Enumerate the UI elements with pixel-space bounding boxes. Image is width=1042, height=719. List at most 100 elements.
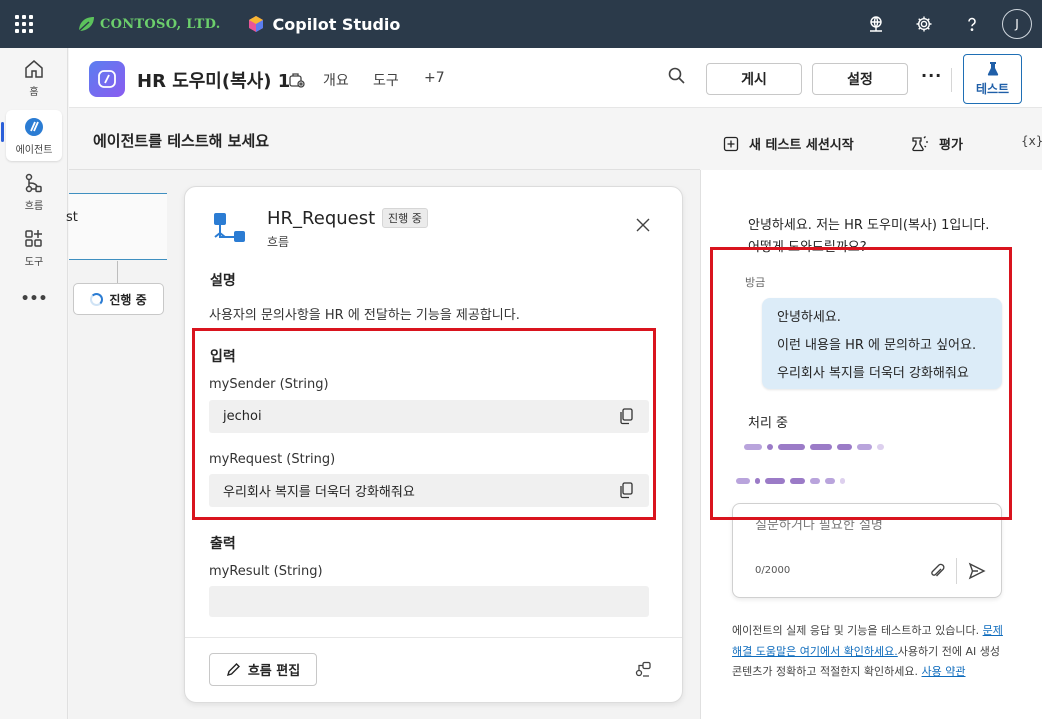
product-title: Copilot Studio <box>272 14 401 34</box>
help-icon <box>968 17 976 31</box>
brand: CONTOSO, LTD. <box>76 14 221 34</box>
agent-greeting-message: 안녕하세요. 저는 HR 도우미(복사) 1입니다. 어떻게 도와드릴까요? <box>748 218 990 255</box>
flows-icon <box>25 173 42 193</box>
app-launcher-button[interactable] <box>0 0 48 48</box>
processing-indicator-secondary <box>736 477 845 485</box>
rail-item-agents[interactable]: 에이전트 <box>6 110 62 161</box>
terms-of-use-link[interactable]: 사용 약관 <box>922 665 966 678</box>
card-divider <box>185 637 682 638</box>
edit-flow-label: 흐름 편집 <box>247 664 301 679</box>
more-icon: ••• <box>20 291 48 307</box>
trigger-node[interactable] <box>69 193 167 260</box>
flow-node-icon <box>214 213 245 242</box>
flow-title: HR_Request <box>267 208 376 229</box>
rail-more-button[interactable]: ••• <box>6 291 62 307</box>
input-label-request: myRequest (String) <box>209 452 336 467</box>
rail-item-tools[interactable]: 도구 <box>6 228 62 268</box>
pencil-icon <box>226 663 240 677</box>
rail-label-home: 홈 <box>29 87 39 98</box>
tab-more[interactable]: +7 <box>424 70 445 86</box>
edit-flow-button[interactable]: 흐름 편집 <box>209 653 317 686</box>
input-value-sender: jechoi <box>223 409 262 424</box>
test-button-label: 테스트 <box>975 82 1010 96</box>
variables-button[interactable]: {x} <box>1021 134 1042 148</box>
new-test-session-button[interactable]: 새 테스트 세션시작 <box>723 134 854 153</box>
flask-icon <box>987 62 998 76</box>
flow-subtitle: 흐름 <box>267 235 290 249</box>
output-field-result <box>209 586 649 617</box>
evaluate-icon <box>912 135 928 151</box>
input-divider <box>956 558 957 584</box>
chat-input-box[interactable]: 질문하거나 필요한 설명 0/2000 <box>732 503 1002 598</box>
chat-input-placeholder: 질문하거나 필요한 설명 <box>755 518 883 533</box>
flow-details-card: HR_Request 진행 중 흐름 설명 사용자의 문의사항을 HR 에 전달… <box>184 186 683 703</box>
inputs-heading: 입력 <box>210 349 236 365</box>
input-label-sender: mySender (String) <box>209 377 329 392</box>
rail-label-flows: 흐름 <box>24 201 44 212</box>
help-button[interactable] <box>948 0 996 48</box>
test-button[interactable]: 테스트 <box>963 54 1022 104</box>
tab-tools[interactable]: 도구 <box>373 70 399 90</box>
new-test-session-label: 새 테스트 세션시작 <box>749 138 854 153</box>
user-message-line: 안녕하세요. <box>777 310 841 325</box>
disclaimer-text: 에이전트의 실제 응답 및 기능을 테스트하고 있습니다. <box>732 624 983 637</box>
evaluate-button[interactable]: 평가 <box>909 134 963 153</box>
send-icon[interactable] <box>968 562 986 580</box>
home-icon <box>25 60 43 78</box>
processing-indicator <box>744 443 884 451</box>
running-status-pill[interactable]: 진행 중 <box>73 283 164 315</box>
more-options-button[interactable]: ··· <box>921 66 942 85</box>
flow-settings-icon[interactable] <box>634 661 652 679</box>
running-label: 진행 중 <box>109 292 147 307</box>
agent-title: HR 도우미(복사) 1 <box>137 71 291 92</box>
message-timestamp: 방금 <box>745 276 766 289</box>
waffle-icon <box>15 15 33 33</box>
spinner-icon <box>90 292 104 306</box>
agents-icon <box>25 118 43 136</box>
rail-label-tools: 도구 <box>24 257 44 268</box>
outputs-heading: 출력 <box>210 536 236 552</box>
user-message-line: 우리회사 복지를 더욱더 강화해줘요 <box>777 366 969 381</box>
canvas-title: 에이전트를 테스트해 보세요 <box>93 132 270 150</box>
user-message-line: 이런 내용을 HR 에 문의하고 싶어요. <box>777 338 977 353</box>
output-label-result: myResult (String) <box>209 564 323 579</box>
attach-icon[interactable] <box>929 562 945 580</box>
header-divider <box>951 68 952 92</box>
copy-icon[interactable] <box>619 408 635 425</box>
flow-description: 사용자의 문의사항을 HR 에 전달하는 기능을 제공합니다. <box>209 308 520 323</box>
settings-button[interactable] <box>900 0 948 48</box>
trigger-node-label: st <box>66 210 78 225</box>
node-connector <box>117 261 118 283</box>
settings-icon <box>916 16 932 32</box>
rail-item-home[interactable]: 홈 <box>6 58 62 98</box>
active-indicator <box>1 122 4 142</box>
agent-header: HR 도우미(복사) 1 개요 도구 +7 게시 설정 ··· 테스트 <box>69 48 1042 108</box>
agent-logo <box>89 61 125 97</box>
test-disclaimer: 에이전트의 실제 응답 및 기능을 테스트하고 있습니다. 문제 해결 도움말은… <box>732 621 1004 683</box>
rail-item-flows[interactable]: 흐름 <box>6 172 62 212</box>
product-name[interactable]: Copilot Studio <box>247 14 401 34</box>
character-counter: 0/2000 <box>755 565 791 576</box>
contoso-leaf-icon <box>78 17 94 32</box>
left-rail: 홈 에이전트 흐름 도구 ••• <box>0 48 68 719</box>
input-value-request: 우리회사 복지를 더욱더 강화해줘요 <box>223 485 415 500</box>
avatar[interactable]: J <box>1002 9 1032 39</box>
status-badge: 진행 중 <box>382 208 428 228</box>
user-message-bubble: 안녕하세요. 이런 내용을 HR 에 문의하고 싶어요. 우리회사 복지를 더욱… <box>762 298 1002 389</box>
environment-button[interactable] <box>852 0 900 48</box>
settings-button-header[interactable]: 설정 <box>812 63 908 95</box>
agent-settings-badge-icon[interactable] <box>288 71 306 89</box>
close-icon[interactable] <box>636 218 650 232</box>
publish-button[interactable]: 게시 <box>706 63 802 95</box>
evaluate-label: 평가 <box>939 138 963 153</box>
top-bar: CONTOSO, LTD. Copilot Studio J <box>0 0 1042 48</box>
test-panel-header: 새 테스트 세션시작 평가 {x} <box>700 108 1042 170</box>
input-field-request: 우리회사 복지를 더욱더 강화해줘요 <box>209 474 649 507</box>
tab-overview[interactable]: 개요 <box>323 70 349 90</box>
copy-icon[interactable] <box>619 482 635 499</box>
input-field-sender: jechoi <box>209 400 649 433</box>
add-square-icon <box>723 136 739 151</box>
agent-icon <box>98 70 116 88</box>
copilot-studio-logo-icon <box>248 16 263 32</box>
search-icon[interactable] <box>667 66 687 86</box>
